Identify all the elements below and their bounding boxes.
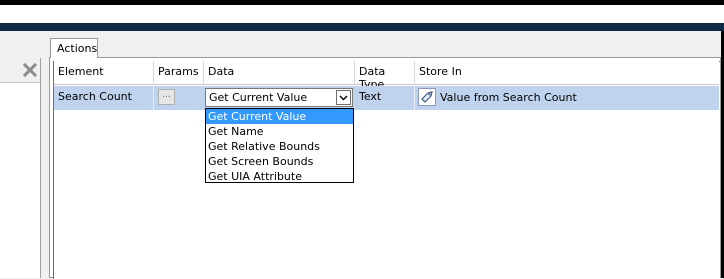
dropdown-option-get-current-value[interactable]: Get Current Value	[206, 109, 353, 124]
column-header-element[interactable]: Element	[54, 61, 154, 85]
dropdown-option-get-name[interactable]: Get Name	[206, 124, 353, 139]
column-header-params[interactable]: Params	[154, 61, 204, 85]
tab-actions-label: Actions	[57, 42, 98, 55]
dropdown-option-get-screen-bounds[interactable]: Get Screen Bounds	[206, 154, 353, 169]
store-in-value: Value from Search Count	[440, 91, 577, 104]
clear-x-icon[interactable]	[21, 61, 39, 79]
tag-icon[interactable]	[418, 88, 436, 106]
column-header-element-label: Element	[58, 65, 104, 78]
left-panel	[0, 58, 41, 278]
column-header-store-in[interactable]: Store In	[415, 61, 719, 85]
window-top-border	[0, 0, 724, 23]
chevron-down-icon[interactable]	[336, 90, 351, 105]
data-combobox[interactable]: Get Current Value	[205, 88, 353, 107]
column-header-params-label: Params	[158, 65, 199, 78]
column-header-data[interactable]: Data	[204, 61, 355, 85]
column-header-data-type[interactable]: Data Type	[355, 61, 415, 91]
data-type-cell: Text	[355, 86, 415, 110]
title-band	[0, 23, 724, 31]
element-cell-text: Search Count	[58, 90, 132, 103]
dropdown-option-get-uia-attribute[interactable]: Get UIA Attribute	[206, 169, 353, 184]
dropdown-option-get-relative-bounds[interactable]: Get Relative Bounds	[206, 139, 353, 154]
data-combobox-value: Get Current Value	[209, 91, 308, 104]
data-dropdown-list[interactable]: Get Current Value Get Name Get Relative …	[205, 108, 354, 183]
column-header-data-label: Data	[208, 65, 235, 78]
element-cell[interactable]: Search Count	[54, 86, 154, 110]
params-button[interactable]: ...	[158, 89, 175, 105]
data-type-cell-text: Text	[359, 90, 382, 103]
tab-actions[interactable]: Actions	[50, 38, 98, 58]
column-header-store-in-label: Store In	[419, 65, 462, 78]
